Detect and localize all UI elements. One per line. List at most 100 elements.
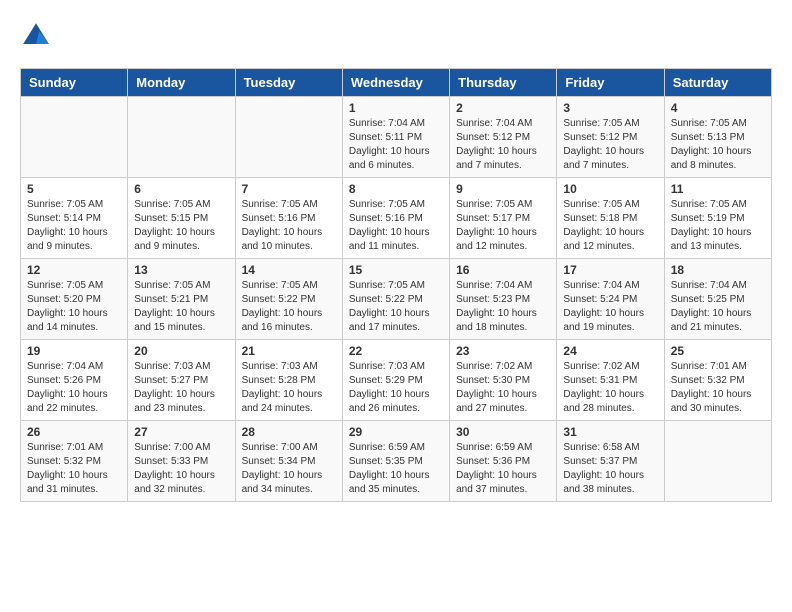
- day-info: Sunrise: 7:05 AM Sunset: 5:22 PM Dayligh…: [242, 279, 336, 335]
- calendar-cell: 5 Sunrise: 7:05 AM Sunset: 5:14 PM Daylig…: [21, 178, 128, 259]
- day-info: Sunrise: 7:03 AM Sunset: 5:27 PM Dayligh…: [134, 360, 228, 416]
- day-number: 19: [27, 344, 121, 358]
- weekday-header-tuesday: Tuesday: [235, 69, 342, 97]
- day-number: 10: [563, 182, 657, 196]
- calendar-cell: 19 Sunrise: 7:04 AM Sunset: 5:26 PM Dayli…: [21, 340, 128, 421]
- calendar-cell: 21 Sunrise: 7:03 AM Sunset: 5:28 PM Dayli…: [235, 340, 342, 421]
- calendar-cell: 14 Sunrise: 7:05 AM Sunset: 5:22 PM Dayli…: [235, 259, 342, 340]
- day-info: Sunrise: 7:02 AM Sunset: 5:31 PM Dayligh…: [563, 360, 657, 416]
- calendar-cell: 4 Sunrise: 7:05 AM Sunset: 5:13 PM Daylig…: [664, 97, 771, 178]
- day-info: Sunrise: 7:01 AM Sunset: 5:32 PM Dayligh…: [27, 441, 121, 497]
- day-info: Sunrise: 7:05 AM Sunset: 5:18 PM Dayligh…: [563, 198, 657, 254]
- day-info: Sunrise: 7:04 AM Sunset: 5:26 PM Dayligh…: [27, 360, 121, 416]
- day-info: Sunrise: 7:05 AM Sunset: 5:16 PM Dayligh…: [349, 198, 443, 254]
- day-info: Sunrise: 7:04 AM Sunset: 5:25 PM Dayligh…: [671, 279, 765, 335]
- day-number: 17: [563, 263, 657, 277]
- calendar-cell: 8 Sunrise: 7:05 AM Sunset: 5:16 PM Daylig…: [342, 178, 449, 259]
- calendar-week-row: 26 Sunrise: 7:01 AM Sunset: 5:32 PM Dayli…: [21, 421, 772, 502]
- day-info: Sunrise: 7:05 AM Sunset: 5:13 PM Dayligh…: [671, 117, 765, 173]
- day-number: 8: [349, 182, 443, 196]
- day-number: 1: [349, 101, 443, 115]
- day-number: 14: [242, 263, 336, 277]
- day-info: Sunrise: 7:05 AM Sunset: 5:12 PM Dayligh…: [563, 117, 657, 173]
- calendar-cell: [21, 97, 128, 178]
- day-number: 11: [671, 182, 765, 196]
- calendar-cell: 2Sunrise: 7:04 AM Sunset: 5:12 PM Daylig…: [450, 97, 557, 178]
- calendar-cell: 13Sunrise: 7:05 AM Sunset: 5:21 PM Dayli…: [128, 259, 235, 340]
- calendar-cell: 17 Sunrise: 7:04 AM Sunset: 5:24 PM Dayli…: [557, 259, 664, 340]
- day-info: Sunrise: 7:04 AM Sunset: 5:24 PM Dayligh…: [563, 279, 657, 335]
- day-info: Sunrise: 7:04 AM Sunset: 5:11 PM Dayligh…: [349, 117, 443, 173]
- calendar-cell: 24Sunrise: 7:02 AM Sunset: 5:31 PM Dayli…: [557, 340, 664, 421]
- calendar-cell: 11 Sunrise: 7:05 AM Sunset: 5:19 PM Dayli…: [664, 178, 771, 259]
- day-info: Sunrise: 7:05 AM Sunset: 5:16 PM Dayligh…: [242, 198, 336, 254]
- day-number: 27: [134, 425, 228, 439]
- calendar-cell: 20 Sunrise: 7:03 AM Sunset: 5:27 PM Dayli…: [128, 340, 235, 421]
- logo: [20, 20, 56, 52]
- day-info: Sunrise: 7:05 AM Sunset: 5:15 PM Dayligh…: [134, 198, 228, 254]
- day-number: 6: [134, 182, 228, 196]
- calendar-cell: 9 Sunrise: 7:05 AM Sunset: 5:17 PM Daylig…: [450, 178, 557, 259]
- day-info: Sunrise: 7:05 AM Sunset: 5:14 PM Dayligh…: [27, 198, 121, 254]
- calendar-cell: 7 Sunrise: 7:05 AM Sunset: 5:16 PM Daylig…: [235, 178, 342, 259]
- calendar-cell: 3 Sunrise: 7:05 AM Sunset: 5:12 PM Daylig…: [557, 97, 664, 178]
- calendar-cell: 26 Sunrise: 7:01 AM Sunset: 5:32 PM Dayli…: [21, 421, 128, 502]
- calendar-cell: 12 Sunrise: 7:05 AM Sunset: 5:20 PM Dayli…: [21, 259, 128, 340]
- calendar-cell: [664, 421, 771, 502]
- day-info: Sunrise: 7:05 AM Sunset: 5:22 PM Dayligh…: [349, 279, 443, 335]
- weekday-header-thursday: Thursday: [450, 69, 557, 97]
- calendar-cell: [235, 97, 342, 178]
- calendar-cell: 1 Sunrise: 7:04 AM Sunset: 5:11 PM Daylig…: [342, 97, 449, 178]
- day-number: 28: [242, 425, 336, 439]
- weekday-header-sunday: Sunday: [21, 69, 128, 97]
- day-number: 25: [671, 344, 765, 358]
- calendar-cell: 31 Sunrise: 6:58 AM Sunset: 5:37 PM Dayli…: [557, 421, 664, 502]
- calendar-cell: 16 Sunrise: 7:04 AM Sunset: 5:23 PM Dayli…: [450, 259, 557, 340]
- calendar-cell: 30 Sunrise: 6:59 AM Sunset: 5:36 PM Dayli…: [450, 421, 557, 502]
- weekday-header-monday: Monday: [128, 69, 235, 97]
- calendar-cell: 29Sunrise: 6:59 AM Sunset: 5:35 PM Dayli…: [342, 421, 449, 502]
- day-number: 3: [563, 101, 657, 115]
- weekday-header-friday: Friday: [557, 69, 664, 97]
- day-number: 16: [456, 263, 550, 277]
- day-number: 5: [27, 182, 121, 196]
- weekday-header-row: SundayMondayTuesdayWednesdayThursdayFrid…: [21, 69, 772, 97]
- day-number: 7: [242, 182, 336, 196]
- calendar-cell: 28 Sunrise: 7:00 AM Sunset: 5:34 PM Dayli…: [235, 421, 342, 502]
- day-number: 12: [27, 263, 121, 277]
- calendar-cell: 15Sunrise: 7:05 AM Sunset: 5:22 PM Dayli…: [342, 259, 449, 340]
- day-number: 30: [456, 425, 550, 439]
- page-header: [20, 20, 772, 52]
- calendar-cell: 10 Sunrise: 7:05 AM Sunset: 5:18 PM Dayli…: [557, 178, 664, 259]
- day-number: 29: [349, 425, 443, 439]
- day-info: Sunrise: 6:58 AM Sunset: 5:37 PM Dayligh…: [563, 441, 657, 497]
- calendar-week-row: 12 Sunrise: 7:05 AM Sunset: 5:20 PM Dayli…: [21, 259, 772, 340]
- day-info: Sunrise: 7:05 AM Sunset: 5:17 PM Dayligh…: [456, 198, 550, 254]
- day-info: Sunrise: 6:59 AM Sunset: 5:36 PM Dayligh…: [456, 441, 550, 497]
- day-number: 9: [456, 182, 550, 196]
- day-info: Sunrise: 7:05 AM Sunset: 5:20 PM Dayligh…: [27, 279, 121, 335]
- weekday-header-wednesday: Wednesday: [342, 69, 449, 97]
- day-info: Sunrise: 7:03 AM Sunset: 5:28 PM Dayligh…: [242, 360, 336, 416]
- day-number: 4: [671, 101, 765, 115]
- day-info: Sunrise: 7:05 AM Sunset: 5:19 PM Dayligh…: [671, 198, 765, 254]
- calendar-cell: 6 Sunrise: 7:05 AM Sunset: 5:15 PM Daylig…: [128, 178, 235, 259]
- logo-icon: [20, 20, 52, 52]
- calendar-week-row: 19 Sunrise: 7:04 AM Sunset: 5:26 PM Dayli…: [21, 340, 772, 421]
- calendar-cell: 18 Sunrise: 7:04 AM Sunset: 5:25 PM Dayli…: [664, 259, 771, 340]
- calendar-week-row: 1 Sunrise: 7:04 AM Sunset: 5:11 PM Daylig…: [21, 97, 772, 178]
- calendar-table: SundayMondayTuesdayWednesdayThursdayFrid…: [20, 68, 772, 502]
- day-info: Sunrise: 7:02 AM Sunset: 5:30 PM Dayligh…: [456, 360, 550, 416]
- day-info: Sunrise: 7:05 AM Sunset: 5:21 PM Dayligh…: [134, 279, 228, 335]
- weekday-header-saturday: Saturday: [664, 69, 771, 97]
- day-info: Sunrise: 7:00 AM Sunset: 5:34 PM Dayligh…: [242, 441, 336, 497]
- day-number: 21: [242, 344, 336, 358]
- calendar-week-row: 5 Sunrise: 7:05 AM Sunset: 5:14 PM Daylig…: [21, 178, 772, 259]
- day-number: 31: [563, 425, 657, 439]
- day-number: 18: [671, 263, 765, 277]
- day-number: 26: [27, 425, 121, 439]
- day-number: 23: [456, 344, 550, 358]
- day-number: 2: [456, 101, 550, 115]
- day-info: Sunrise: 7:04 AM Sunset: 5:23 PM Dayligh…: [456, 279, 550, 335]
- day-number: 20: [134, 344, 228, 358]
